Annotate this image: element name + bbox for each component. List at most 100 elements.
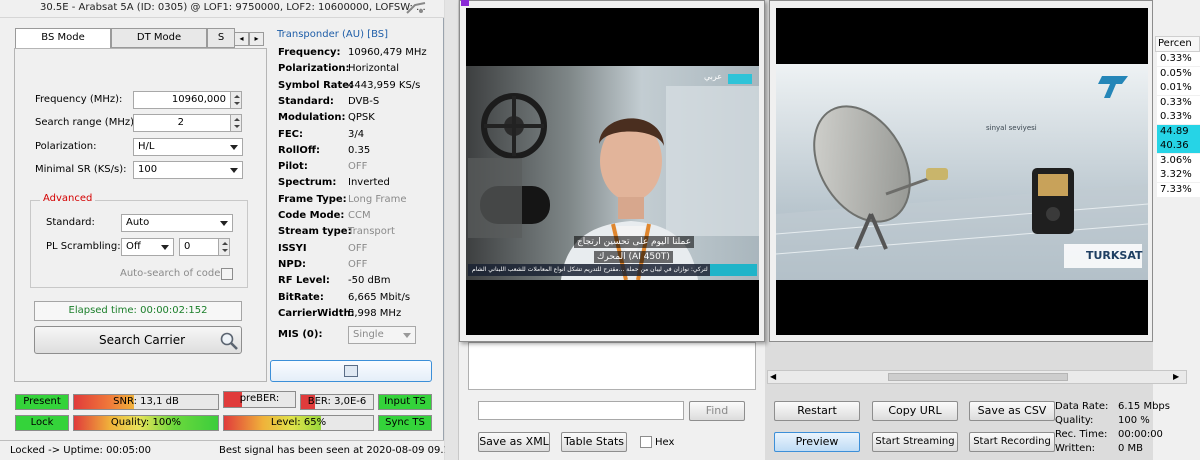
window-icon <box>344 365 358 377</box>
search-range-spinner[interactable] <box>230 114 242 132</box>
percent-cell[interactable]: 0.33% <box>1157 110 1200 124</box>
transponder-field-label: Spectrum: <box>278 177 337 189</box>
pl-scrambling-label: PL Scrambling: <box>46 241 121 252</box>
channel-logo: عربي <box>704 72 723 81</box>
written-value: 0 MB <box>1118 443 1144 454</box>
min-sr-label: Minimal SR (KS/s): <box>35 164 127 175</box>
table-stats-button[interactable]: Table Stats <box>561 432 627 452</box>
percent-cell[interactable]: 0.33% <box>1157 95 1200 110</box>
transponder-field-value: 0.35 <box>348 144 371 156</box>
preview-button[interactable]: Preview <box>774 432 860 452</box>
tab-s-mode[interactable]: S <box>207 28 235 48</box>
save-as-xml-button[interactable]: Save as XML <box>478 432 550 452</box>
scroll-thumb[interactable] <box>888 373 1068 381</box>
search-carrier-button[interactable]: Search Carrier <box>34 326 242 354</box>
percent-column-header[interactable]: Percen <box>1155 36 1200 52</box>
transponder-field-value: OFF <box>348 242 368 254</box>
uptime-status: Locked -> Uptime: 00:05:00 <box>10 445 152 456</box>
hex-checkbox[interactable] <box>640 436 652 448</box>
transponder-field-label: NPD: <box>278 258 306 270</box>
pl-scrambling-select[interactable]: Off <box>121 238 174 256</box>
auto-search-checkbox[interactable] <box>221 268 233 280</box>
find-input[interactable] <box>478 401 684 420</box>
transponder-field-label: Standard: <box>278 95 334 107</box>
mis-label: MIS (0): <box>278 329 323 340</box>
start-recording-button[interactable]: Start Recording <box>969 432 1055 452</box>
transponder-field-label: Pilot: <box>278 161 308 173</box>
window-toggle-button[interactable] <box>270 360 432 382</box>
transponder-field-value: 3/4 <box>348 128 365 140</box>
status-bar: Locked -> Uptime: 00:05:00 Best signal h… <box>0 440 450 460</box>
snr-indicator: SNR: 13,1 dB <box>73 394 219 410</box>
pl-scrambling-code-input[interactable]: 0 <box>179 238 219 256</box>
transponder-field-value: 4443,959 KS/s <box>348 79 421 91</box>
copy-url-button[interactable]: Copy URL <box>872 401 958 421</box>
transponder-field-value: OFF <box>348 258 368 270</box>
transponder-field-label: Stream type: <box>278 226 352 238</box>
lock-indicator: Lock <box>15 415 69 431</box>
video-frame-2: sinyal seviyesi TURKSAT <box>776 64 1148 280</box>
percent-cell[interactable]: 40.36 <box>1157 139 1200 153</box>
chevron-down-icon <box>403 333 411 338</box>
scroll-left-icon[interactable]: ◀ <box>770 372 776 381</box>
chevron-down-icon <box>220 221 228 226</box>
transponder-field-value: Inverted <box>348 177 390 189</box>
auto-search-label: Auto-search of code <box>120 268 221 279</box>
tab-bs-mode[interactable]: BS Mode <box>15 28 111 49</box>
percent-cell[interactable]: 3.32% <box>1157 168 1200 182</box>
transponder-field-label: Modulation: <box>278 112 346 124</box>
video1-ticker: نائب الرئيس التركي: نوازان في ليبان من ح… <box>472 266 708 273</box>
frequency-spinner[interactable] <box>230 91 242 109</box>
transponder-field-label: CarrierWidth: <box>278 307 355 319</box>
transponder-title: Transponder (AU) [BS] <box>277 29 388 40</box>
transponder-field-label: Code Mode: <box>278 210 345 221</box>
start-streaming-button[interactable]: Start Streaming <box>872 432 958 452</box>
tab-scroll-right-button[interactable]: ▸ <box>249 32 264 46</box>
horizontal-scrollbar[interactable]: ◀ ▶ <box>767 370 1187 384</box>
level-indicator: Level: 65% <box>223 415 374 431</box>
video1-caption-line-1: عملنا اليوم على تحسين ارتجاج <box>574 236 695 248</box>
search-icon <box>219 331 239 351</box>
min-sr-select[interactable]: 100 <box>133 161 243 179</box>
quality-indicator: Quality: 100% <box>73 415 219 431</box>
transponder-field-label: Frequency: <box>278 47 341 58</box>
pl-scrambling-code-spinner[interactable] <box>218 238 230 256</box>
transponder-field-value: QPSK <box>348 112 375 124</box>
tab-scroll-left-button[interactable]: ◂ <box>234 32 249 46</box>
tab-dt-mode[interactable]: DT Mode <box>111 28 207 48</box>
transponder-field-value: 5,998 MHz <box>348 307 402 319</box>
transponder-field-label: FEC: <box>278 128 303 140</box>
search-range-input[interactable]: 2 <box>133 114 231 132</box>
search-range-label: Search range (MHz): <box>35 117 138 128</box>
restart-button[interactable]: Restart <box>774 401 860 421</box>
frequency-input[interactable]: 10960,000 <box>133 91 231 109</box>
percent-cell[interactable]: 0.05% <box>1157 66 1200 81</box>
quality-label: Quality: <box>1055 415 1094 426</box>
video2-brand: TURKSAT <box>1086 249 1143 262</box>
percent-cell[interactable]: 3.06% <box>1157 153 1200 168</box>
save-as-csv-button[interactable]: Save as CSV <box>969 401 1055 421</box>
min-sr-value: 100 <box>138 164 158 175</box>
transponder-field-value: Transport <box>348 226 395 238</box>
video-frame-1: عربي عملنا اليوم على تحسين ارتجاج المحرك… <box>466 66 759 280</box>
polarization-select[interactable]: H/L <box>133 138 243 156</box>
best-signal-status: Best signal has been seen at 2020-08-09 … <box>219 445 450 456</box>
chevron-down-icon <box>230 145 238 150</box>
pid-list[interactable] <box>468 342 756 390</box>
mis-select[interactable]: Single <box>348 326 416 344</box>
transponder-field-label: ISSYI <box>278 242 307 254</box>
transponder-field-label: RollOff: <box>278 144 321 156</box>
transponder-field-value: Long Frame <box>348 193 407 205</box>
transponder-field-value: Horizontal <box>348 63 400 75</box>
scroll-right-icon[interactable]: ▶ <box>1173 372 1179 381</box>
percent-cell[interactable]: 7.33% <box>1157 182 1200 197</box>
ber-indicator: BER: 3,0E-6 <box>300 394 374 410</box>
standard-select[interactable]: Auto <box>121 214 233 232</box>
percent-cell[interactable]: 0.33% <box>1157 52 1200 66</box>
percent-cell[interactable]: 44.89 <box>1157 124 1200 139</box>
video2-caption: sinyal seviyesi <box>986 124 1037 132</box>
percent-cell[interactable]: 0.01% <box>1157 81 1200 95</box>
find-button[interactable]: Find <box>689 401 745 421</box>
advanced-title: Advanced <box>40 193 96 204</box>
preber-indicator: preBER: 3,0E... <box>223 391 296 408</box>
